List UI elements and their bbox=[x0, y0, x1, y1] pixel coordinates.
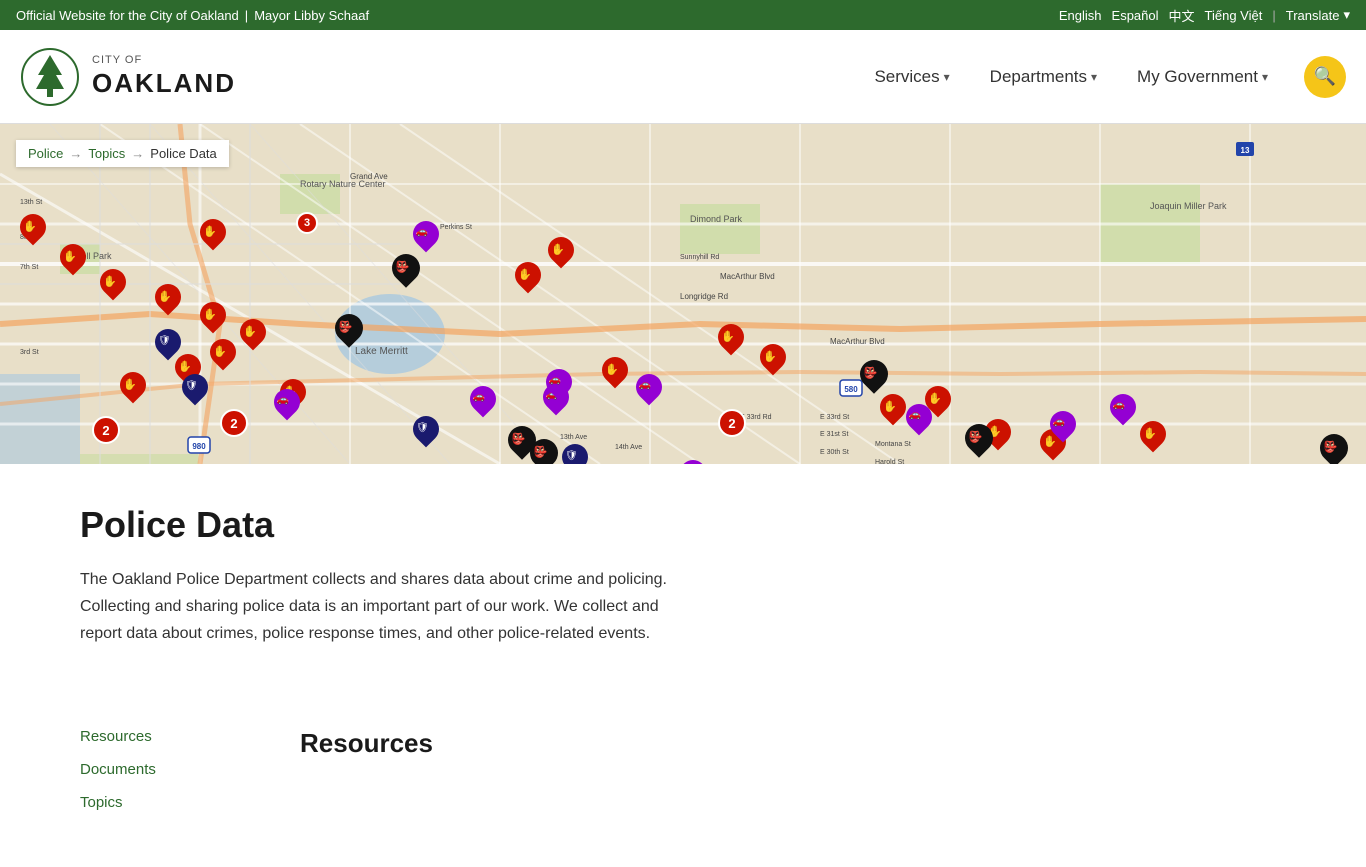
top-bar: Official Website for the City of Oakland… bbox=[0, 0, 1366, 30]
breadcrumb-current: Police Data bbox=[150, 146, 216, 161]
breadcrumb-sep-1: → bbox=[69, 146, 82, 161]
breadcrumb-topics-link[interactable]: Topics bbox=[88, 146, 125, 161]
sidebar-link-resources[interactable]: Resources bbox=[80, 728, 240, 745]
svg-text:14th Ave: 14th Ave bbox=[615, 444, 642, 451]
svg-text:Perkins St: Perkins St bbox=[440, 224, 472, 231]
breadcrumb-police-link[interactable]: Police bbox=[28, 146, 63, 161]
separator: | bbox=[245, 8, 248, 23]
translate-chevron-icon: ▾ bbox=[1343, 7, 1350, 23]
svg-text:7th St: 7th St bbox=[20, 264, 38, 271]
svg-text:MacArthur Blvd: MacArthur Blvd bbox=[720, 272, 775, 281]
departments-chevron-icon: ▾ bbox=[1091, 70, 1097, 84]
svg-text:3rd St: 3rd St bbox=[20, 349, 39, 356]
svg-text:Longridge Rd: Longridge Rd bbox=[680, 292, 728, 301]
main-content: Police Data The Oakland Police Departmen… bbox=[0, 464, 1366, 728]
nav-departments-label: Departments bbox=[990, 67, 1087, 87]
official-text: Official Website for the City of Oakland bbox=[16, 8, 239, 23]
city-of-label: CITY OF bbox=[92, 54, 236, 67]
lang-english[interactable]: English bbox=[1059, 8, 1102, 23]
translate-label: Translate bbox=[1286, 8, 1340, 23]
svg-text:E 31st St: E 31st St bbox=[820, 431, 848, 438]
sidebar-link-documents[interactable]: Documents bbox=[80, 761, 240, 778]
svg-text:13: 13 bbox=[1241, 146, 1250, 155]
translate-separator: | bbox=[1272, 8, 1275, 23]
lang-vietnamese[interactable]: Tiếng Việt bbox=[1205, 8, 1263, 23]
header: CITY OF OAKLAND Services ▾ Departments ▾… bbox=[0, 30, 1366, 124]
svg-text:13th St: 13th St bbox=[20, 199, 42, 206]
logo-text: CITY OF OAKLAND bbox=[92, 54, 236, 98]
search-icon: 🔍 bbox=[1314, 66, 1336, 87]
svg-text:13th Ave: 13th Ave bbox=[560, 434, 587, 441]
svg-text:E 33rd St: E 33rd St bbox=[820, 414, 849, 421]
translate-button[interactable]: Translate ▾ bbox=[1286, 7, 1350, 23]
svg-text:Joaquin Miller Park: Joaquin Miller Park bbox=[1150, 201, 1227, 211]
sidebar: Resources Documents Topics bbox=[80, 728, 240, 827]
page-description: The Oakland Police Department collects a… bbox=[80, 566, 680, 648]
svg-text:Lake Merritt: Lake Merritt bbox=[355, 346, 408, 357]
lang-espanol[interactable]: Español bbox=[1112, 8, 1159, 23]
resources-section: Resources bbox=[300, 728, 1286, 827]
search-button[interactable]: 🔍 bbox=[1304, 56, 1346, 98]
svg-text:580: 580 bbox=[844, 385, 858, 394]
map-container[interactable]: Lowell Park Charles P Howard Terminal Ro… bbox=[0, 124, 1366, 464]
mayor-text: Mayor Libby Schaaf bbox=[254, 8, 369, 23]
svg-text:980: 980 bbox=[192, 442, 206, 451]
lang-chinese[interactable]: 中文 bbox=[1169, 6, 1195, 25]
nav-services[interactable]: Services ▾ bbox=[858, 59, 965, 95]
svg-text:Dimond Park: Dimond Park bbox=[690, 214, 743, 224]
svg-text:Sunnyhill Rd: Sunnyhill Rd bbox=[680, 254, 719, 261]
svg-text:Grand Ave: Grand Ave bbox=[350, 172, 388, 181]
nav-services-label: Services bbox=[874, 67, 939, 87]
nav: Services ▾ Departments ▾ My Government ▾… bbox=[858, 56, 1346, 98]
breadcrumb-sep-2: → bbox=[131, 146, 144, 161]
breadcrumb: Police → Topics → Police Data bbox=[16, 140, 229, 167]
nav-departments[interactable]: Departments ▾ bbox=[974, 59, 1113, 95]
svg-text:Harold St: Harold St bbox=[875, 459, 904, 464]
my-government-chevron-icon: ▾ bbox=[1262, 70, 1268, 84]
resources-title: Resources bbox=[300, 728, 1286, 759]
svg-text:MacArthur Blvd: MacArthur Blvd bbox=[830, 337, 885, 346]
svg-text:E 30th St: E 30th St bbox=[820, 449, 849, 456]
sidebar-link-topics[interactable]: Topics bbox=[80, 794, 240, 811]
svg-text:Montana St: Montana St bbox=[875, 441, 911, 448]
services-chevron-icon: ▾ bbox=[944, 70, 950, 84]
top-bar-left: Official Website for the City of Oakland… bbox=[16, 8, 369, 23]
nav-my-government[interactable]: My Government ▾ bbox=[1121, 59, 1284, 95]
nav-my-government-label: My Government bbox=[1137, 67, 1258, 87]
map-background: Lowell Park Charles P Howard Terminal Ro… bbox=[0, 124, 1366, 464]
city-logo-icon bbox=[20, 47, 80, 107]
logo-area[interactable]: CITY OF OAKLAND bbox=[20, 47, 236, 107]
bottom-layout: Resources Documents Topics Resources bbox=[0, 728, 1366, 867]
top-bar-right: English Español 中文 Tiếng Việt | Translat… bbox=[1059, 6, 1350, 25]
page-title: Police Data bbox=[80, 504, 1286, 546]
oakland-label: OAKLAND bbox=[92, 68, 236, 99]
